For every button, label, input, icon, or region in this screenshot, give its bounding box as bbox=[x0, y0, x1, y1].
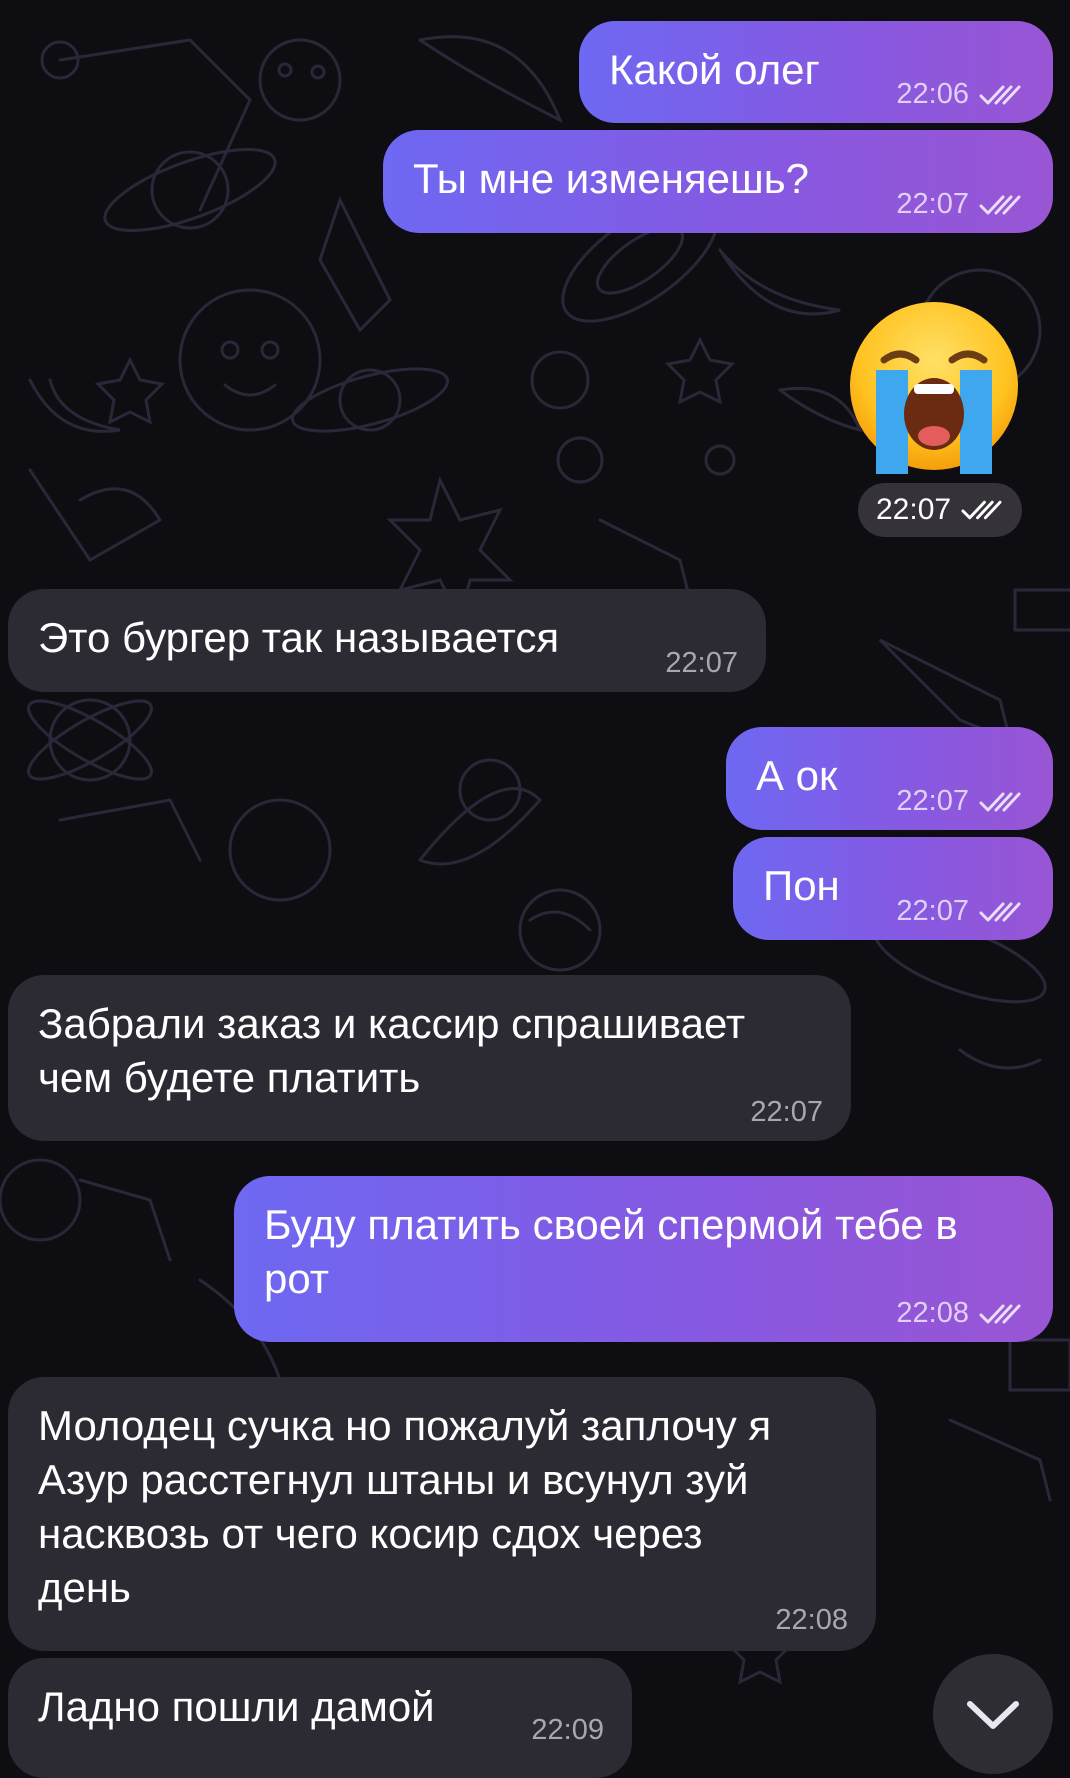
incoming-message[interactable]: Молодец сучка но пожалуй заплочу я Азур … bbox=[8, 1377, 876, 1651]
double-check-icon bbox=[979, 195, 1021, 214]
outgoing-message[interactable]: Какой олег 22:06 bbox=[579, 21, 1053, 123]
chevron-down-icon bbox=[967, 1701, 1019, 1729]
message-time: 22:07 bbox=[876, 493, 952, 526]
message-time: 22:08 bbox=[775, 1604, 848, 1636]
message-time: 22:07 bbox=[750, 1096, 823, 1128]
double-check-icon bbox=[979, 85, 1021, 104]
outgoing-message[interactable]: Буду платить своей спермой тебе в рот 22… bbox=[234, 1176, 1053, 1342]
message-time: 22:07 bbox=[896, 785, 969, 817]
message-meta: 22:07 bbox=[896, 188, 1023, 221]
message-text: А ок bbox=[756, 752, 838, 799]
double-check-icon bbox=[979, 792, 1021, 811]
message-meta: 22:07 bbox=[896, 785, 1023, 818]
outgoing-message[interactable]: А ок 22:07 bbox=[726, 727, 1053, 830]
message-meta: 22:07 bbox=[750, 1096, 823, 1129]
message-text: Молодец сучка но пожалуй заплочу я Азур … bbox=[38, 1402, 772, 1611]
message-time: 22:08 bbox=[896, 1297, 969, 1329]
incoming-message[interactable]: Забрали заказ и кассир спрашивает чем бу… bbox=[8, 975, 851, 1141]
message-time: 22:07 bbox=[896, 188, 969, 220]
message-text: Буду платить своей спермой тебе в рот bbox=[264, 1201, 958, 1302]
loudly-crying-face-icon bbox=[850, 302, 1018, 474]
message-time: 22:07 bbox=[896, 895, 969, 927]
message-text: Пон bbox=[763, 862, 840, 909]
outgoing-message[interactable]: Пон 22:07 bbox=[733, 837, 1053, 940]
message-meta: 22:09 bbox=[531, 1714, 604, 1747]
message-time: 22:07 bbox=[665, 647, 738, 679]
incoming-message[interactable]: Это бургер так называется 22:07 bbox=[8, 589, 766, 692]
message-meta: 22:08 bbox=[896, 1297, 1023, 1330]
outgoing-message[interactable]: Ты мне изменяешь? 22:07 bbox=[383, 130, 1053, 233]
message-time: 22:06 bbox=[896, 78, 969, 110]
message-text: Ты мне изменяешь? bbox=[413, 155, 809, 202]
message-meta: 22:08 bbox=[775, 1604, 848, 1637]
double-check-icon bbox=[961, 500, 1002, 520]
double-check-icon bbox=[979, 1304, 1021, 1323]
double-check-icon bbox=[979, 902, 1021, 921]
scroll-to-bottom-button[interactable] bbox=[933, 1654, 1053, 1774]
message-text: Какой олег bbox=[609, 46, 820, 93]
message-text: Ладно пошли дамой bbox=[38, 1683, 435, 1730]
message-text: Это бургер так называется bbox=[38, 614, 560, 661]
emoji-time-pill: 22:07 bbox=[858, 483, 1022, 537]
message-meta: 22:07 bbox=[665, 647, 738, 680]
emoji-message[interactable] bbox=[846, 298, 1022, 474]
message-meta: 22:06 bbox=[896, 78, 1023, 111]
message-meta: 22:07 bbox=[896, 895, 1023, 928]
incoming-message[interactable]: Ладно пошли дамой 22:09 bbox=[8, 1658, 632, 1778]
message-time: 22:09 bbox=[531, 1714, 604, 1746]
message-text: Забрали заказ и кассир спрашивает чем бу… bbox=[38, 1000, 746, 1101]
